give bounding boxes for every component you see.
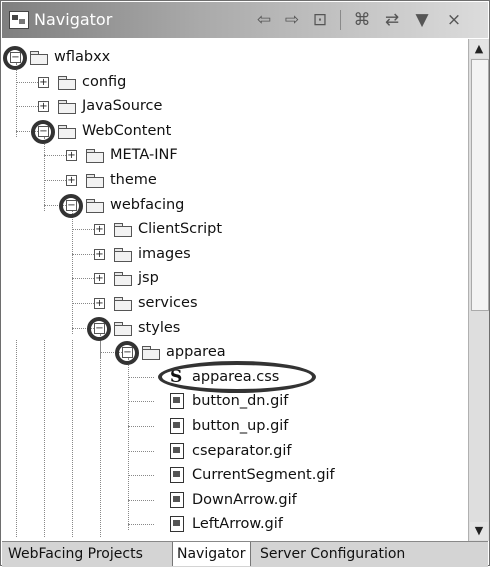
- tree-item-label: config: [82, 73, 127, 90]
- tree-item-wflabxx[interactable]: wflabxx: [30, 45, 110, 69]
- tree-item-config[interactable]: config: [58, 70, 126, 94]
- scroll-thumb[interactable]: [471, 59, 489, 311]
- folder-icon: [86, 174, 104, 188]
- view-title: Navigator: [34, 10, 113, 29]
- folder-icon: [114, 297, 132, 311]
- close-icon[interactable]: ×: [442, 8, 466, 32]
- folder-icon: [114, 272, 132, 287]
- tree-item-cseparator-gif[interactable]: cseparator.gif: [170, 439, 292, 463]
- tree-item-label: CurrentSegment.gif: [192, 467, 335, 484]
- image-file-icon: [170, 516, 184, 533]
- annotation-circle: [59, 193, 83, 218]
- expand-icon[interactable]: +: [94, 248, 105, 260]
- expand-icon[interactable]: +: [94, 224, 105, 236]
- tree-item-meta-inf[interactable]: META-INF: [86, 143, 178, 167]
- view-tab-bar: WebFacing Projects Navigator Server Conf…: [2, 541, 488, 567]
- tree-item-services[interactable]: services: [114, 291, 198, 315]
- tree-item-button-dn-gif[interactable]: button_dn.gif: [170, 389, 288, 413]
- scroll-up-icon[interactable]: ▲: [470, 40, 488, 58]
- link-editor-icon[interactable]: ⇄: [380, 8, 404, 32]
- navigator-view: Navigator ⇦ ⇨ ⊡ ⌘ ⇄ ▼ × wflabxx − config + J…: [0, 0, 490, 567]
- tree-item-apparea[interactable]: apparea: [142, 340, 226, 364]
- tree-item-downarrow-gif[interactable]: DownArrow.gif: [170, 488, 297, 512]
- tree-item-label: images: [138, 245, 191, 262]
- tree-item-jsp[interactable]: jsp: [114, 266, 159, 290]
- annotation-circle: [31, 119, 55, 144]
- collapse-all-icon[interactable]: ⌘: [350, 8, 374, 32]
- folder-icon: [58, 124, 76, 139]
- expand-icon[interactable]: +: [38, 101, 49, 113]
- up-folder-icon[interactable]: ⊡: [308, 8, 332, 32]
- back-arrow-icon[interactable]: ⇦: [252, 8, 276, 32]
- image-file-icon: [170, 418, 184, 434]
- tree-item-label: button_dn.gif: [192, 393, 289, 410]
- tree-item-label: theme: [110, 172, 157, 188]
- folder-icon: [86, 149, 104, 164]
- vertical-scrollbar[interactable]: ▲ ▼: [468, 39, 489, 541]
- tree-item-label: services: [138, 295, 198, 311]
- tree-item-theme[interactable]: theme: [86, 168, 157, 192]
- tree-item-label: ClientScript: [138, 221, 223, 238]
- forward-arrow-icon[interactable]: ⇨: [280, 8, 304, 32]
- expand-icon[interactable]: +: [94, 273, 105, 285]
- tree-item-label: webfacing: [110, 196, 185, 213]
- expand-icon[interactable]: +: [94, 298, 105, 309]
- tree-item-label: META-INF: [110, 147, 178, 164]
- tree-item-styles[interactable]: styles: [114, 316, 180, 340]
- tab-navigator[interactable]: Navigator: [172, 542, 251, 566]
- view-menu-icon[interactable]: ▼: [410, 8, 434, 32]
- view-title-bar: Navigator ⇦ ⇨ ⊡ ⌘ ⇄ ▼ ×: [2, 2, 488, 38]
- project-folder-icon: [30, 51, 48, 65]
- folder-icon: [114, 321, 132, 336]
- tree-item-label: DownArrow.gif: [192, 491, 297, 508]
- annotation-circle: [115, 341, 139, 366]
- tree-item-webcontent[interactable]: WebContent: [58, 119, 171, 143]
- tab-webfacing-projects[interactable]: WebFacing Projects: [4, 542, 147, 566]
- tree-item-javasource[interactable]: JavaSource: [58, 94, 162, 118]
- image-file-icon: [170, 442, 184, 459]
- image-file-icon: [170, 393, 184, 410]
- navigator-icon: [9, 11, 29, 29]
- tree-item-currentsegment-gif[interactable]: CurrentSegment.gif: [170, 463, 335, 487]
- expand-icon[interactable]: +: [66, 175, 77, 186]
- image-file-icon: [170, 467, 184, 484]
- folder-icon: [86, 198, 104, 213]
- folder-icon: [58, 100, 76, 115]
- tree-item-leftarrow-gif[interactable]: LeftArrow.gif: [170, 512, 283, 536]
- image-file-icon: [170, 491, 184, 508]
- folder-icon: [142, 346, 160, 361]
- tree-item-label: button_up.gif: [192, 418, 289, 434]
- folder-icon: [58, 75, 76, 90]
- annotation-circle: [3, 46, 27, 70]
- tree-item-label: jsp: [138, 270, 159, 287]
- tree-item-label: WebContent: [82, 122, 172, 139]
- tree-item-clientscript[interactable]: ClientScript: [114, 217, 222, 241]
- annotation-circle: [87, 316, 111, 341]
- tab-server-configuration[interactable]: Server Configuration: [256, 542, 409, 566]
- tree-item-label: styles: [138, 319, 181, 336]
- expand-icon[interactable]: +: [38, 76, 49, 88]
- tree-item-label: LeftArrow.gif: [192, 516, 283, 533]
- resource-tree[interactable]: wflabxx − config + JavaSource + WebContent − MET…: [2, 39, 468, 541]
- expand-icon[interactable]: +: [66, 150, 77, 162]
- annotation-circle: [158, 360, 316, 393]
- tree-item-webfacing[interactable]: webfacing: [86, 193, 184, 217]
- tree-item-label: JavaSource: [82, 98, 163, 115]
- tree-item-images[interactable]: images: [114, 242, 191, 266]
- scroll-down-icon[interactable]: ▼: [470, 522, 488, 540]
- tree-item-button-up-gif[interactable]: button_up.gif: [170, 414, 288, 438]
- folder-icon: [114, 247, 132, 262]
- tree-item-label: wflabxx: [54, 49, 111, 65]
- tree-item-label: cseparator.gif: [192, 442, 292, 459]
- folder-icon: [114, 223, 132, 238]
